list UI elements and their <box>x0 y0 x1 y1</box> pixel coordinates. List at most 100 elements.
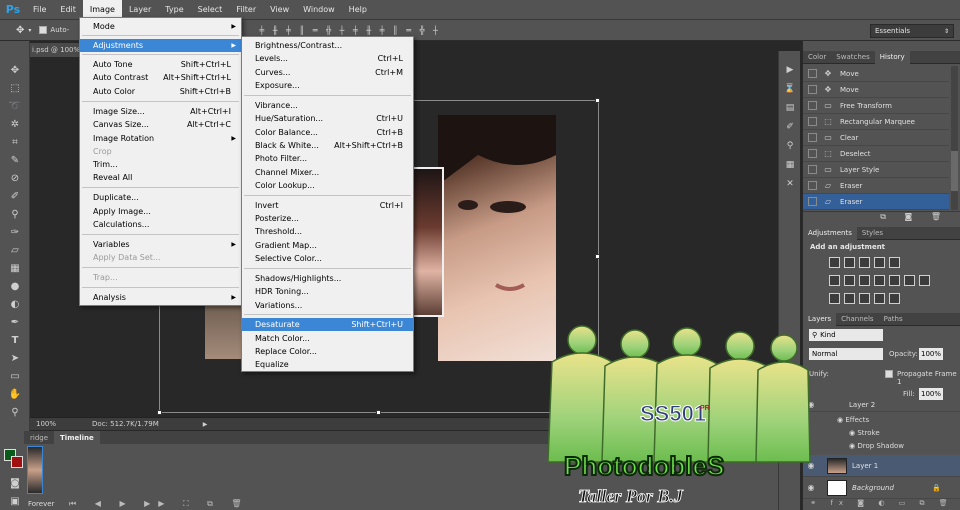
image-menu-item-reveal-all[interactable]: Reveal All <box>80 171 241 184</box>
image-menu-item-trim[interactable]: Trim... <box>80 158 241 171</box>
photo-filter-icon[interactable] <box>889 275 900 286</box>
pen-tool-icon[interactable]: ✒ <box>6 315 24 330</box>
history-item[interactable]: ✥ Move <box>803 82 949 98</box>
auto-select-checkbox[interactable] <box>39 26 48 34</box>
tab-paths[interactable]: Paths <box>879 313 908 326</box>
background-color-swatch[interactable] <box>11 456 23 468</box>
crop-tool-icon[interactable]: ⌗ <box>6 135 24 150</box>
history-icon[interactable]: ⌛ <box>782 82 798 96</box>
transform-handle[interactable] <box>595 254 600 259</box>
adjustments-menu-item-threshold[interactable]: Threshold... <box>242 225 413 238</box>
selective-color-icon[interactable] <box>889 293 900 304</box>
checkbox[interactable] <box>808 165 817 174</box>
history-scrollbar[interactable] <box>951 66 958 210</box>
screen-mode-icon[interactable]: ▣ <box>6 494 24 509</box>
hand-tool-icon[interactable]: ✋ <box>6 387 24 402</box>
history-item[interactable]: ▭ Free Transform <box>803 98 949 114</box>
marquee-tool-icon[interactable]: ⬚ <box>6 81 24 96</box>
image-menu-item-variables[interactable]: Variables ▶ <box>80 238 241 251</box>
history-item[interactable]: ⬚ Rectangular Marquee <box>803 114 949 130</box>
tab-history[interactable]: History <box>874 50 910 64</box>
color-lookup-icon[interactable] <box>919 275 930 286</box>
adjustments-menu-item-shadows-highlights[interactable]: Shadows/Highlights... <box>242 272 413 285</box>
layer-row-selected[interactable]: ◉ Layer 1 <box>803 455 960 477</box>
threshold-icon[interactable] <box>859 293 870 304</box>
image-menu-item-duplicate[interactable]: Duplicate... <box>80 191 241 204</box>
quick-mask-icon[interactable]: ◙ <box>6 476 24 491</box>
image-menu-item-canvas-size[interactable]: Canvas Size... Alt+Ctrl+C <box>80 118 241 131</box>
dodge-tool-icon[interactable]: ◐ <box>6 297 24 312</box>
adjustments-menu-item-hdr-toning[interactable]: HDR Toning... <box>242 285 413 298</box>
history-item[interactable]: ⬚ Deselect <box>803 146 949 162</box>
adjustments-menu-item-match-color[interactable]: Match Color... <box>242 332 413 345</box>
magic-wand-icon[interactable]: ✲ <box>6 117 24 132</box>
gradient-tool-icon[interactable]: ▦ <box>6 261 24 276</box>
adjustments-menu-item-color-balance[interactable]: Color Balance... Ctrl+B <box>242 126 413 139</box>
channel-mixer-icon[interactable] <box>904 275 915 286</box>
history-item[interactable]: ▱ Eraser <box>803 178 949 194</box>
play-icon[interactable]: ▶ <box>782 63 798 77</box>
history-item[interactable]: ▭ Clear <box>803 130 949 146</box>
image-menu-item-auto-color[interactable]: Auto Color Shift+Ctrl+B <box>80 85 241 98</box>
image-menu-item-adjustments[interactable]: Adjustments ▶ <box>80 39 241 52</box>
adjustments-menu-item-equalize[interactable]: Equalize <box>242 358 413 371</box>
doc-size[interactable]: Doc: 512.7K/1.79M <box>92 420 159 428</box>
adjustments-menu-item-black-white[interactable]: Black & White... Alt+Shift+Ctrl+B <box>242 139 413 152</box>
menu-file[interactable]: File <box>26 0 53 20</box>
image-menu-item-image-rotation[interactable]: Image Rotation ▶ <box>80 132 241 145</box>
adjustments-menu-item-curves[interactable]: Curves... Ctrl+M <box>242 66 413 79</box>
adjustments-menu-item-channel-mixer[interactable]: Channel Mixer... <box>242 166 413 179</box>
history-item-selected[interactable]: ▱ Eraser <box>803 194 949 210</box>
checkbox[interactable] <box>808 85 817 94</box>
adjustments-menu-item-vibrance[interactable]: Vibrance... <box>242 99 413 112</box>
move-tool-icon[interactable]: ✥ <box>6 63 24 78</box>
effects-row[interactable]: ◉ Effects <box>837 416 869 424</box>
adjustments-menu-item-brightness-contrast[interactable]: Brightness/Contrast... <box>242 39 413 52</box>
image-menu-item-analysis[interactable]: Analysis ▶ <box>80 291 241 304</box>
adjustments-menu-item-posterize[interactable]: Posterize... <box>242 212 413 225</box>
adjustments-menu-item-variations[interactable]: Variations... <box>242 299 413 312</box>
gradient-map-icon[interactable] <box>874 293 885 304</box>
frame-thumbnail[interactable] <box>27 446 43 494</box>
history-brush-icon[interactable]: ✑ <box>6 225 24 240</box>
shape-tool-icon[interactable]: ▭ <box>6 369 24 384</box>
zoom-tool-icon[interactable]: ⚲ <box>6 405 24 420</box>
layer-row[interactable]: ◉ Background 🔒 <box>803 477 960 499</box>
checkbox[interactable] <box>808 133 817 142</box>
dropdown-arrow-icon[interactable]: ▾ <box>28 27 31 34</box>
adjustments-menu-item-exposure[interactable]: Exposure... <box>242 79 413 92</box>
loop-options[interactable]: Forever <box>28 500 54 508</box>
adjustments-menu-item-selective-color[interactable]: Selective Color... <box>242 252 413 265</box>
stroke-effect-row[interactable]: ◉ Stroke <box>849 429 880 437</box>
image-menu-item-image-size[interactable]: Image Size... Alt+Ctrl+I <box>80 105 241 118</box>
menu-window[interactable]: Window <box>296 0 342 20</box>
image-menu-item-mode[interactable]: Mode ▶ <box>80 20 241 33</box>
tab-swatches[interactable]: Swatches <box>831 51 874 64</box>
tab-ridge[interactable]: ridge <box>24 431 54 444</box>
curves-icon[interactable] <box>859 257 870 268</box>
tab-channels[interactable]: Channels <box>836 313 878 326</box>
tab-color[interactable]: Color <box>803 51 831 64</box>
adjustments-menu-item-hue-saturation[interactable]: Hue/Saturation... Ctrl+U <box>242 112 413 125</box>
tab-adjustments[interactable]: Adjustments <box>803 226 857 240</box>
blend-mode-select[interactable]: Normal <box>809 348 883 360</box>
balance-icon[interactable] <box>844 275 855 286</box>
tab-timeline[interactable]: Timeline <box>54 431 100 444</box>
layer-filter-kind[interactable]: ⚲ Kind <box>809 329 883 341</box>
adjustments-menu-item-photo-filter[interactable]: Photo Filter... <box>242 152 413 165</box>
image-menu-item-calculations[interactable]: Calculations... <box>80 218 241 231</box>
checkbox[interactable] <box>808 149 817 158</box>
propagate-checkbox[interactable] <box>885 370 893 378</box>
healing-brush-icon[interactable]: ⊘ <box>6 171 24 186</box>
adjustments-menu-item-invert[interactable]: Invert Ctrl+I <box>242 199 413 212</box>
scroll-thumb[interactable] <box>951 151 958 191</box>
menu-view[interactable]: View <box>263 0 296 20</box>
image-menu-item-auto-tone[interactable]: Auto Tone Shift+Ctrl+L <box>80 58 241 71</box>
timeline-controls[interactable]: ⏮ ◀ ▶ ▶▶ ⛶ ⧉ 🗑 <box>69 499 250 509</box>
checkbox[interactable] <box>808 197 817 206</box>
opacity-field[interactable]: 100% <box>919 348 943 360</box>
vibrance-icon[interactable] <box>829 275 840 286</box>
transform-handle[interactable] <box>157 410 162 415</box>
exposure-icon[interactable] <box>874 257 885 268</box>
transform-handle[interactable] <box>376 410 381 415</box>
